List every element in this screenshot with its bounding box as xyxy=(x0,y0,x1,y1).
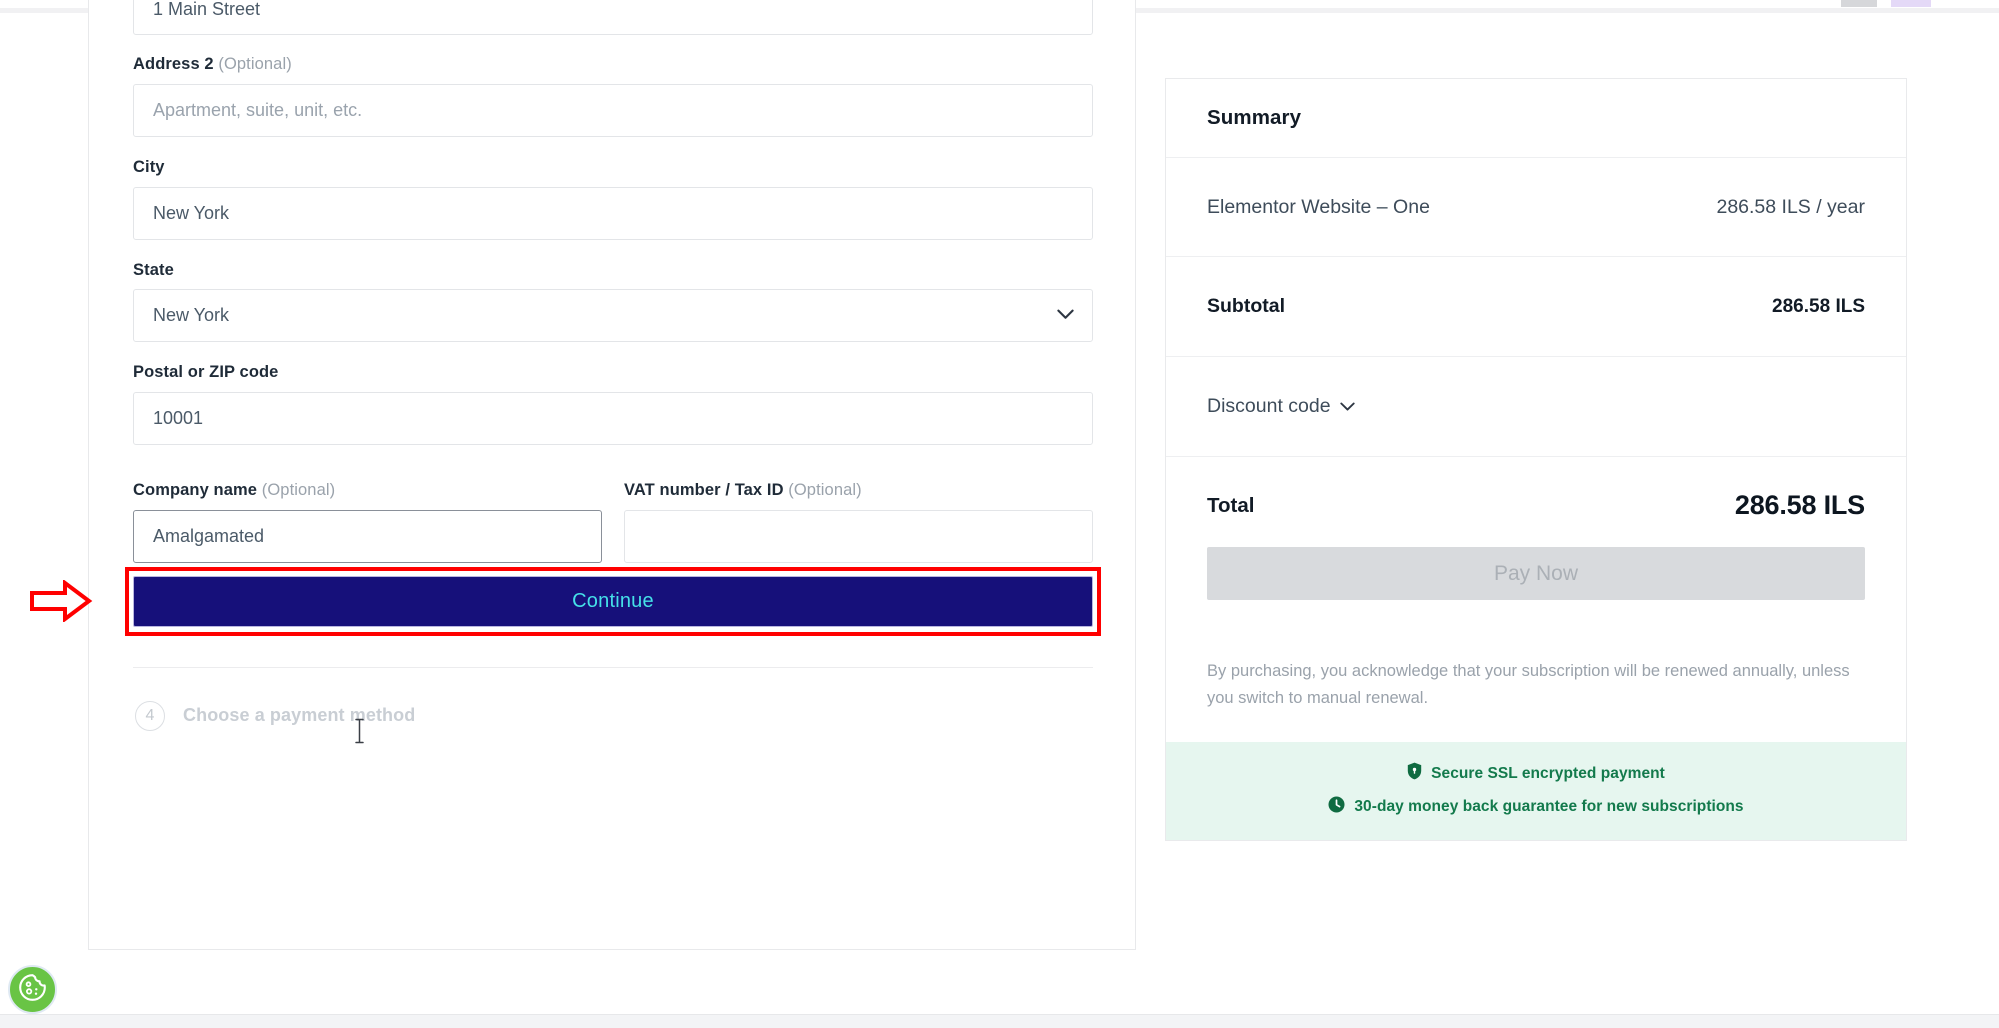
address1-value: 1 Main Street xyxy=(153,0,261,19)
top-cutoff-widget-b xyxy=(1891,0,1931,7)
company-name-input[interactable]: Amalgamated xyxy=(133,509,602,563)
annotation-arrow-icon xyxy=(29,579,93,624)
address2-optional-tag: (Optional) xyxy=(218,55,292,73)
state-select[interactable]: New York xyxy=(133,289,1093,343)
subtotal-line: Subtotal 286.58 ILS xyxy=(1207,257,1865,356)
line-item: Elementor Website – One 286.58 ILS / yea… xyxy=(1207,158,1865,256)
top-cutoff-widget-a xyxy=(1841,0,1877,7)
field-address2: Address 2 (Optional) Apartment, suite, u… xyxy=(133,55,1093,137)
state-value: New York xyxy=(153,305,230,326)
renewal-disclaimer: By purchasing, you acknowledge that your… xyxy=(1207,662,1850,707)
summary-discount-row: Discount code xyxy=(1166,357,1906,457)
discount-code-label: Discount code xyxy=(1207,395,1331,417)
total-line: Total 286.58 ILS xyxy=(1207,457,1865,547)
cookie-settings-button[interactable] xyxy=(8,965,57,1014)
summary-item-row: Elementor Website – One 286.58 ILS / yea… xyxy=(1166,158,1906,257)
total-value: 286.58 ILS xyxy=(1734,490,1865,520)
city-input[interactable]: New York xyxy=(133,186,1093,240)
company-optional-tag: (Optional) xyxy=(261,481,336,500)
vat-optional-tag: (Optional) xyxy=(788,481,862,500)
pay-now-button[interactable]: Pay Now xyxy=(1207,547,1865,600)
field-state: State New York xyxy=(133,261,1093,343)
order-summary-card: Summary Elementor Website – One 286.58 I… xyxy=(1165,78,1907,842)
subtotal-value: 286.58 ILS xyxy=(1772,295,1865,317)
billing-form-card: 1 Main Street Address 2 (Optional) Apart… xyxy=(30,0,1136,950)
company-value: Amalgamated xyxy=(153,525,265,546)
summary-title: Summary xyxy=(1207,106,1302,129)
step-number-badge: 4 xyxy=(135,700,165,731)
clock-icon xyxy=(1328,796,1345,818)
checkout-page: 1 Main Street Address 2 (Optional) Apart… xyxy=(0,0,1999,1028)
state-select-wrap: New York xyxy=(133,289,1093,343)
postal-label: Postal or ZIP code xyxy=(133,363,279,382)
field-company: Company name (Optional) Amalgamated xyxy=(133,481,602,563)
billing-form: 1 Main Street Address 2 (Optional) Apart… xyxy=(30,0,1101,771)
discount-code-toggle[interactable]: Discount code xyxy=(1207,395,1355,418)
total-label: Total xyxy=(1207,493,1255,517)
step-label: Choose a payment method xyxy=(183,705,416,726)
field-city: City New York xyxy=(133,158,1093,240)
summary-total-row: Total 286.58 ILS Pay Now By purchasing, … xyxy=(1166,457,1906,841)
trust-badge-money-back-text: 30-day money back guarantee for new subs… xyxy=(1354,798,1744,816)
line-item-price: 286.58 ILS / year xyxy=(1716,195,1865,218)
shield-lock-icon xyxy=(1407,762,1422,785)
cookie-icon xyxy=(17,972,48,1008)
summary-subtotal-row: Subtotal 286.58 ILS xyxy=(1166,257,1906,357)
city-value: New York xyxy=(153,202,230,223)
address2-input[interactable]: Apartment, suite, unit, etc. xyxy=(133,83,1093,137)
discount-row: Discount code xyxy=(1207,357,1865,456)
page-bottom-strip xyxy=(0,1014,1999,1028)
continue-row: Continue xyxy=(30,566,1101,636)
chevron-down-icon xyxy=(1339,395,1355,418)
continue-button[interactable]: Continue xyxy=(133,575,1093,627)
address1-input[interactable]: 1 Main Street xyxy=(133,0,1093,35)
summary-header-row: Summary xyxy=(1166,79,1906,158)
trust-badge-ssl: Secure SSL encrypted payment xyxy=(1166,762,1906,785)
address2-label: Address 2 (Optional) xyxy=(133,55,292,73)
state-label: State xyxy=(133,260,174,279)
postal-value: 10001 xyxy=(153,408,204,429)
trust-badge-ssl-text: Secure SSL encrypted payment xyxy=(1431,764,1665,782)
field-postal: Postal or ZIP code 10001 xyxy=(133,363,1093,446)
address2-placeholder: Apartment, suite, unit, etc. xyxy=(153,99,363,120)
vat-number-input[interactable] xyxy=(624,509,1093,563)
field-vat: VAT number / Tax ID (Optional) xyxy=(624,481,1093,563)
trust-badges-panel: Secure SSL encrypted payment 30-day mone… xyxy=(1166,742,1906,841)
vat-label: VAT number / Tax ID (Optional) xyxy=(624,481,862,500)
total-block: Total 286.58 ILS Pay Now xyxy=(1166,457,1906,630)
field-address1: 1 Main Street xyxy=(133,0,1093,35)
step-4-choose-payment-method[interactable]: 4 Choose a payment method xyxy=(133,668,1093,771)
line-item-name: Elementor Website – One xyxy=(1207,195,1430,218)
company-vat-row: Company name (Optional) Amalgamated VAT … xyxy=(133,481,1093,563)
subtotal-label: Subtotal xyxy=(1207,295,1285,317)
postal-input[interactable]: 10001 xyxy=(133,392,1093,446)
city-label: City xyxy=(133,157,165,176)
company-label: Company name (Optional) xyxy=(133,481,336,500)
trust-badge-money-back: 30-day money back guarantee for new subs… xyxy=(1166,796,1906,818)
